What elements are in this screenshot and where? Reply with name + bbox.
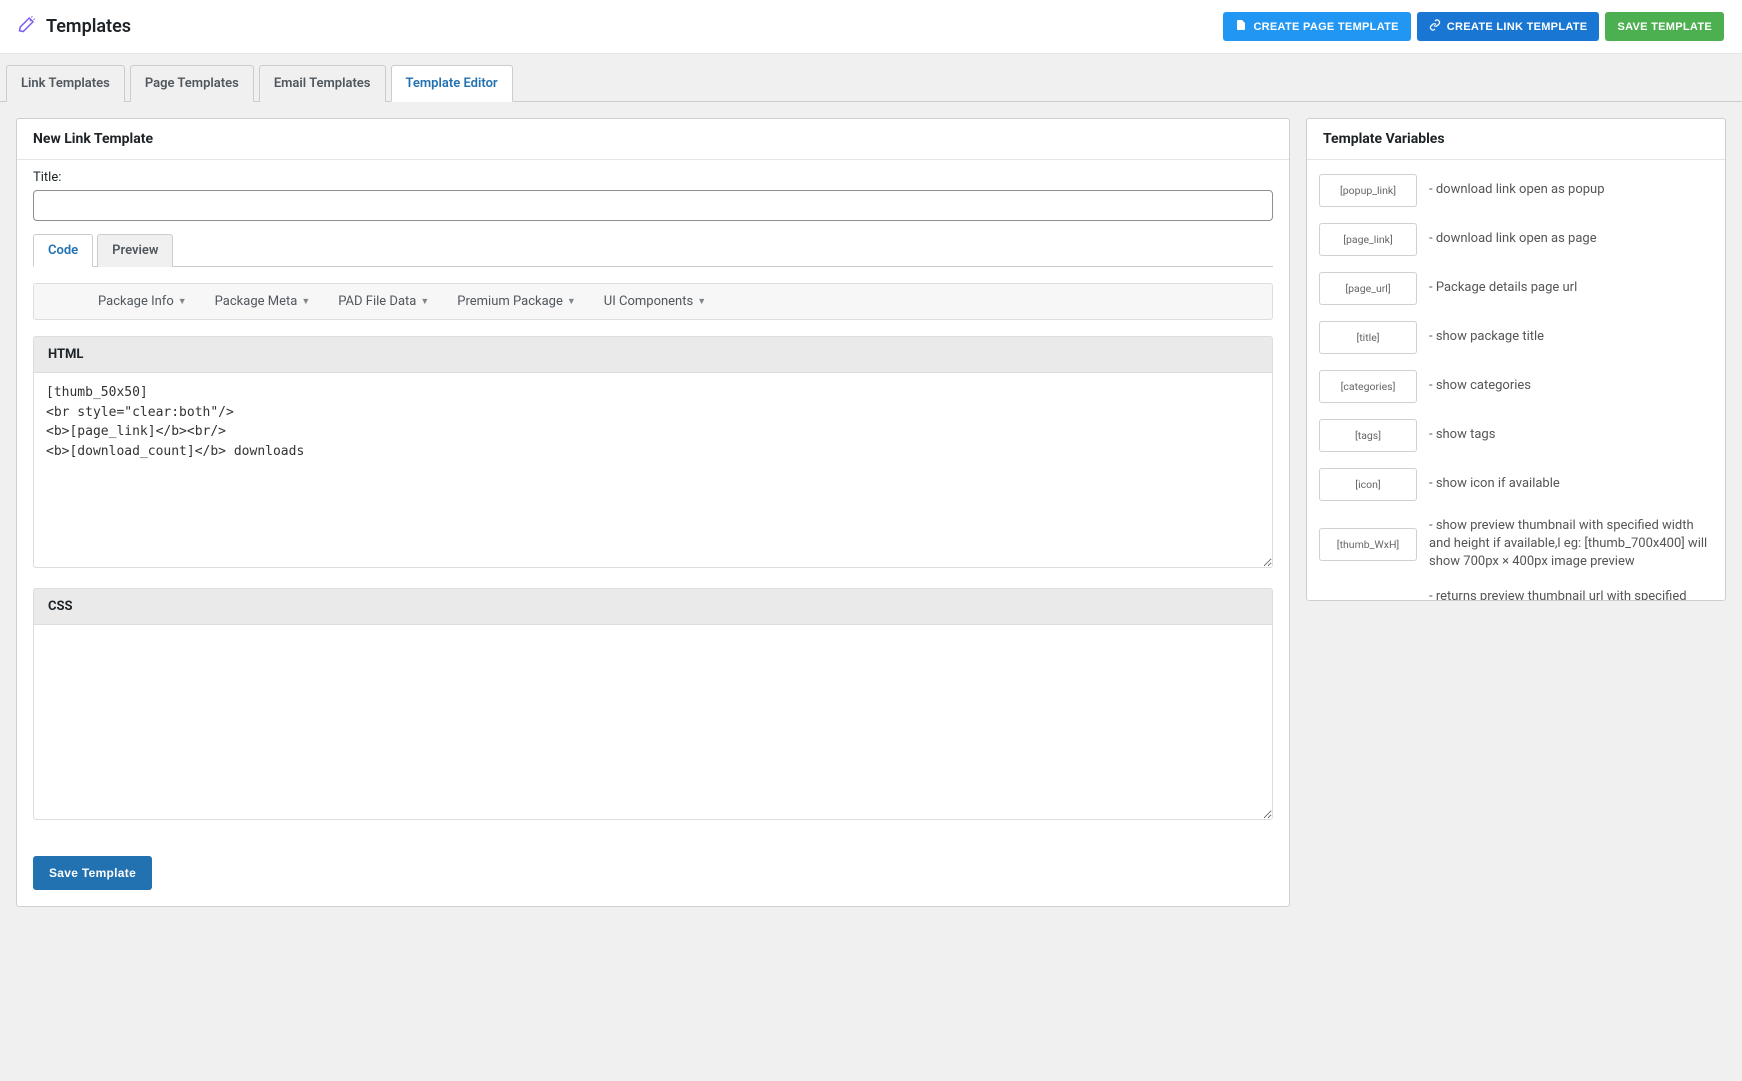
chevron-down-icon: ▼ — [420, 296, 429, 307]
tab-template-editor[interactable]: Template Editor — [391, 65, 513, 102]
variable-tag[interactable]: [tags] — [1319, 419, 1417, 452]
tab-email-templates[interactable]: Email Templates — [259, 65, 386, 102]
dropdown-label: PAD File Data — [338, 294, 416, 309]
save-template-button[interactable]: Save Template — [33, 856, 152, 890]
editor-toolbar: Package Info ▼ Package Meta ▼ PAD File D… — [33, 283, 1273, 320]
chevron-down-icon: ▼ — [567, 296, 576, 307]
tab-link-templates[interactable]: Link Templates — [6, 65, 125, 102]
chevron-down-icon: ▼ — [178, 296, 187, 307]
variable-description: - download link open as popup — [1429, 181, 1605, 199]
variable-tag[interactable]: [title] — [1319, 321, 1417, 354]
magic-wand-icon — [18, 15, 36, 38]
variables-panel-title: Template Variables — [1307, 119, 1725, 160]
css-section-label: CSS — [33, 588, 1273, 624]
variable-tag[interactable]: [categories] — [1319, 370, 1417, 403]
button-label: Save Template — [1617, 21, 1712, 33]
dropdown-ui-components[interactable]: UI Components ▼ — [604, 294, 706, 309]
button-label: Create Link Template — [1447, 21, 1588, 33]
variable-description: - Package details page url — [1429, 279, 1577, 297]
html-textarea[interactable] — [33, 372, 1273, 568]
variable-tag[interactable]: [page_url] — [1319, 272, 1417, 305]
dropdown-package-info[interactable]: Package Info ▼ — [98, 294, 187, 309]
variables-panel: Template Variables [popup_link] - downloa… — [1306, 118, 1726, 601]
variable-row: [categories] - show categories — [1315, 362, 1717, 411]
editor-inner-tabs: Code Preview — [33, 233, 1273, 267]
variable-description: - returns preview thumbnail url with spe… — [1429, 588, 1713, 600]
file-icon — [1235, 19, 1247, 34]
dropdown-label: Package Info — [98, 294, 174, 309]
variable-tag[interactable]: [icon] — [1319, 468, 1417, 501]
dropdown-label: UI Components — [604, 294, 693, 309]
variable-tag[interactable]: [page_link] — [1319, 223, 1417, 256]
variable-row: [thumb_url_WxH]- returns preview thumbna… — [1315, 580, 1717, 600]
dropdown-label: Premium Package — [457, 294, 563, 309]
tab-page-templates[interactable]: Page Templates — [130, 65, 254, 102]
dropdown-pad-file-data[interactable]: PAD File Data ▼ — [338, 294, 429, 309]
variable-row: [popup_link] - download link open as popu… — [1315, 166, 1717, 215]
title-input[interactable] — [33, 190, 1273, 221]
variable-row: [icon] - show icon if available — [1315, 460, 1717, 509]
header-bar: Templates Create Page Template Create Li… — [0, 0, 1742, 54]
dropdown-premium-package[interactable]: Premium Package ▼ — [457, 294, 576, 309]
variable-row: [page_link] - download link open as page — [1315, 215, 1717, 264]
inner-tab-code[interactable]: Code — [33, 234, 93, 267]
main-tabs: Link Templates Page Templates Email Temp… — [0, 64, 1742, 102]
css-textarea[interactable] — [33, 624, 1273, 820]
dropdown-package-meta[interactable]: Package Meta ▼ — [215, 294, 311, 309]
variables-list[interactable]: [popup_link] - download link open as popu… — [1307, 160, 1725, 600]
variable-tag[interactable]: [thumb_WxH] — [1319, 528, 1417, 561]
variable-description: - show icon if available — [1429, 475, 1560, 493]
save-template-button-header[interactable]: Save Template — [1605, 12, 1724, 41]
dropdown-label: Package Meta — [215, 294, 298, 309]
variable-description: - show package title — [1429, 328, 1544, 346]
variable-tag[interactable]: [popup_link] — [1319, 174, 1417, 207]
editor-panel: New Link Template Title: Code Preview Pa… — [16, 118, 1290, 907]
variable-description: - show categories — [1429, 377, 1531, 395]
variable-row: [thumb_WxH] - show preview thumbnail with… — [1315, 509, 1717, 580]
variable-description: - show preview thumbnail with specified … — [1429, 517, 1713, 572]
variable-row: [title] - show package title — [1315, 313, 1717, 362]
chevron-down-icon: ▼ — [697, 296, 706, 307]
create-link-template-button[interactable]: Create Link Template — [1417, 12, 1600, 41]
html-section-label: HTML — [33, 336, 1273, 372]
chevron-down-icon: ▼ — [301, 296, 310, 307]
editor-panel-title: New Link Template — [17, 119, 1289, 160]
inner-tab-preview[interactable]: Preview — [97, 234, 173, 267]
link-icon — [1429, 19, 1441, 34]
button-label: Create Page Template — [1253, 21, 1398, 33]
variable-description: - download link open as page — [1429, 230, 1597, 248]
variable-description: - show tags — [1429, 426, 1495, 444]
create-page-template-button[interactable]: Create Page Template — [1223, 12, 1410, 41]
variable-row: [tags] - show tags — [1315, 411, 1717, 460]
variable-row: [page_url] - Package details page url — [1315, 264, 1717, 313]
page-title: Templates — [46, 16, 131, 37]
title-label: Title: — [33, 170, 1273, 185]
